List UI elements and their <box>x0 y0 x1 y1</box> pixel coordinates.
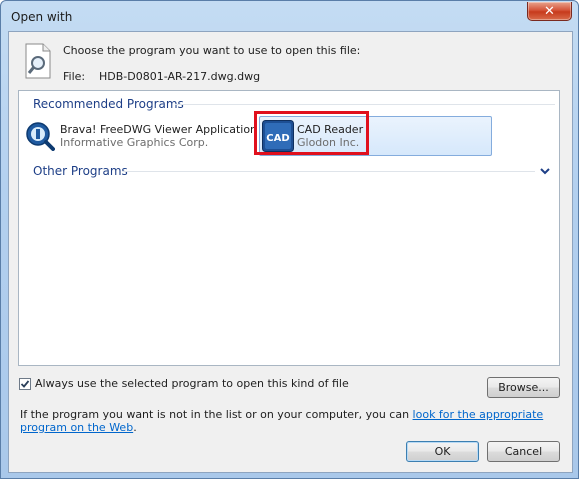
program-publisher: Informative Graphics Corp. <box>60 136 209 149</box>
open-with-dialog: Open with ✕ Choose the program you want … <box>0 0 579 479</box>
dialog-client-area: Choose the program you want to use to op… <box>8 31 573 473</box>
recommended-programs-header[interactable]: Recommended Programs <box>33 97 184 111</box>
other-divider <box>123 171 535 172</box>
checkmark-icon <box>20 379 30 388</box>
choose-program-prompt: Choose the program you want to use to op… <box>63 44 361 57</box>
highlight-annotation <box>254 111 369 155</box>
cancel-button[interactable]: Cancel <box>487 441 560 462</box>
file-icon <box>25 43 51 79</box>
info-suffix: . <box>133 421 137 434</box>
info-text: If the program you want is not in the li… <box>20 408 560 434</box>
browse-button[interactable]: Browse... <box>487 377 560 398</box>
file-label: File: <box>63 70 86 83</box>
magnifier-icon <box>26 122 55 151</box>
close-icon: ✕ <box>544 3 555 19</box>
window-title: Open with <box>11 10 73 24</box>
file-name: HDB-D0801-AR-217.dwg.dwg <box>99 70 261 83</box>
always-use-label: Always use the selected program to open … <box>35 377 349 390</box>
chevron-down-icon[interactable] <box>540 167 550 175</box>
other-programs-header[interactable]: Other Programs <box>33 164 128 178</box>
always-use-option[interactable]: Always use the selected program to open … <box>19 377 349 390</box>
program-name: Brava! FreeDWG Viewer Application <box>60 123 258 136</box>
program-list: Recommended Programs Brava! FreeDWG View… <box>18 90 560 366</box>
close-button[interactable]: ✕ <box>527 2 572 21</box>
ok-button[interactable]: OK <box>406 441 479 462</box>
always-use-checkbox[interactable] <box>19 377 31 390</box>
recommended-divider <box>175 104 555 105</box>
info-prefix: If the program you want is not in the li… <box>20 408 413 421</box>
